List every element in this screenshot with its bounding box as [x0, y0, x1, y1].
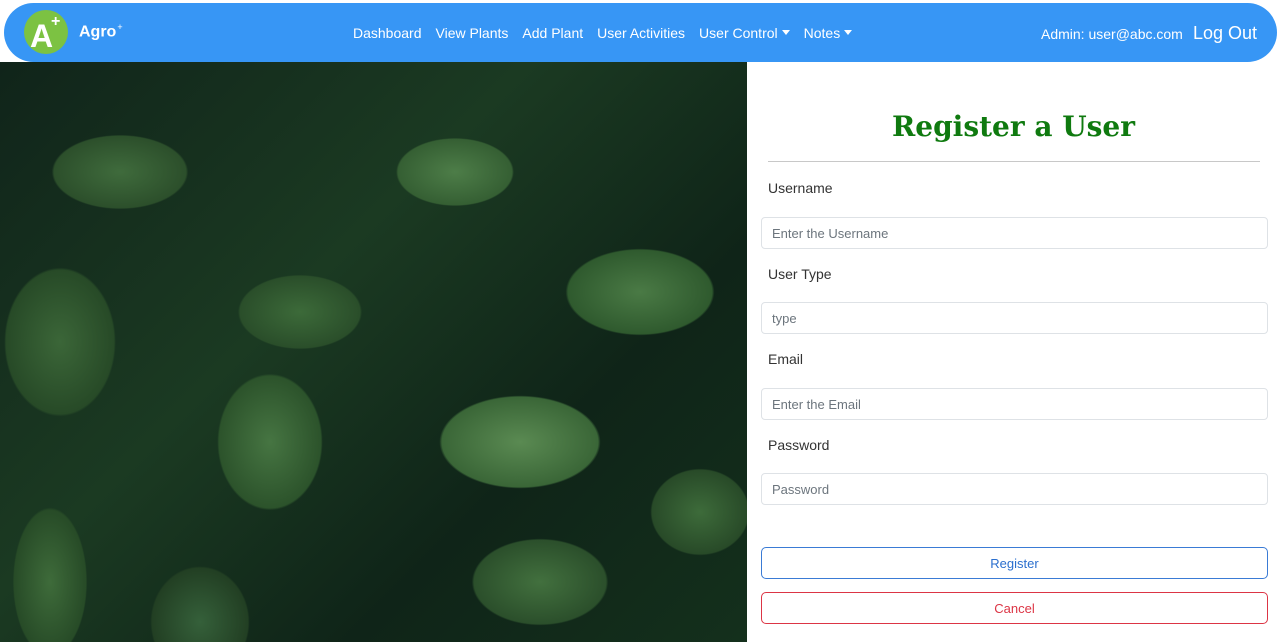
nav-link-dashboard[interactable]: Dashboard [353, 25, 422, 41]
title-divider [768, 161, 1260, 162]
nav-link-label: Dashboard [353, 24, 422, 41]
nav-dropdown-notes[interactable]: Notes [804, 25, 853, 41]
nav-link-label: View Plants [435, 24, 509, 41]
user-type-input[interactable] [761, 302, 1268, 334]
logo-letter: A [30, 18, 53, 54]
nav-dropdown-user-control[interactable]: User Control [699, 25, 790, 41]
agro-logo-icon: A + [24, 10, 68, 54]
nav-link-label: Add Plant [522, 24, 584, 41]
nav-link-add-plant[interactable]: Add Plant [522, 25, 583, 41]
register-form-panel: Register a User Username User Type Email… [747, 62, 1280, 642]
password-label: Password [768, 437, 830, 453]
email-label: Email [768, 351, 804, 367]
nav-links: Dashboard View Plants Add Plant User Act… [353, 3, 866, 62]
caret-down-icon [781, 30, 790, 35]
register-button[interactable]: Register [761, 547, 1268, 579]
logo-plus: + [51, 13, 60, 30]
nav-link-label: User Control [699, 24, 778, 41]
nav-link-view-plants[interactable]: View Plants [436, 25, 509, 41]
cancel-button[interactable]: Cancel [761, 592, 1268, 624]
brand-text: Agro [79, 23, 117, 41]
caret-down-icon [844, 30, 853, 35]
brand[interactable]: A + Agro+ [23, 9, 123, 55]
username-label: Username [768, 180, 833, 196]
username-input[interactable] [761, 217, 1268, 249]
email-input[interactable] [761, 388, 1268, 420]
nav-link-label: Notes [803, 24, 841, 41]
brand-name[interactable]: Agro+ [79, 22, 123, 41]
nav-link-user-activities[interactable]: User Activities [597, 25, 685, 41]
user-type-label: User Type [768, 266, 832, 282]
brand-sup: + [117, 22, 123, 33]
form-title: Register a User [892, 110, 1135, 143]
logout-link[interactable]: Log Out [1193, 23, 1257, 44]
password-input[interactable] [761, 473, 1268, 505]
leaves-hero-image [0, 62, 747, 642]
admin-user-label: Admin: user@abc.com [1041, 26, 1183, 42]
top-navbar: A + Agro+ Dashboard View Plants Add Plan… [4, 3, 1277, 62]
nav-link-label: User Activities [597, 24, 686, 41]
